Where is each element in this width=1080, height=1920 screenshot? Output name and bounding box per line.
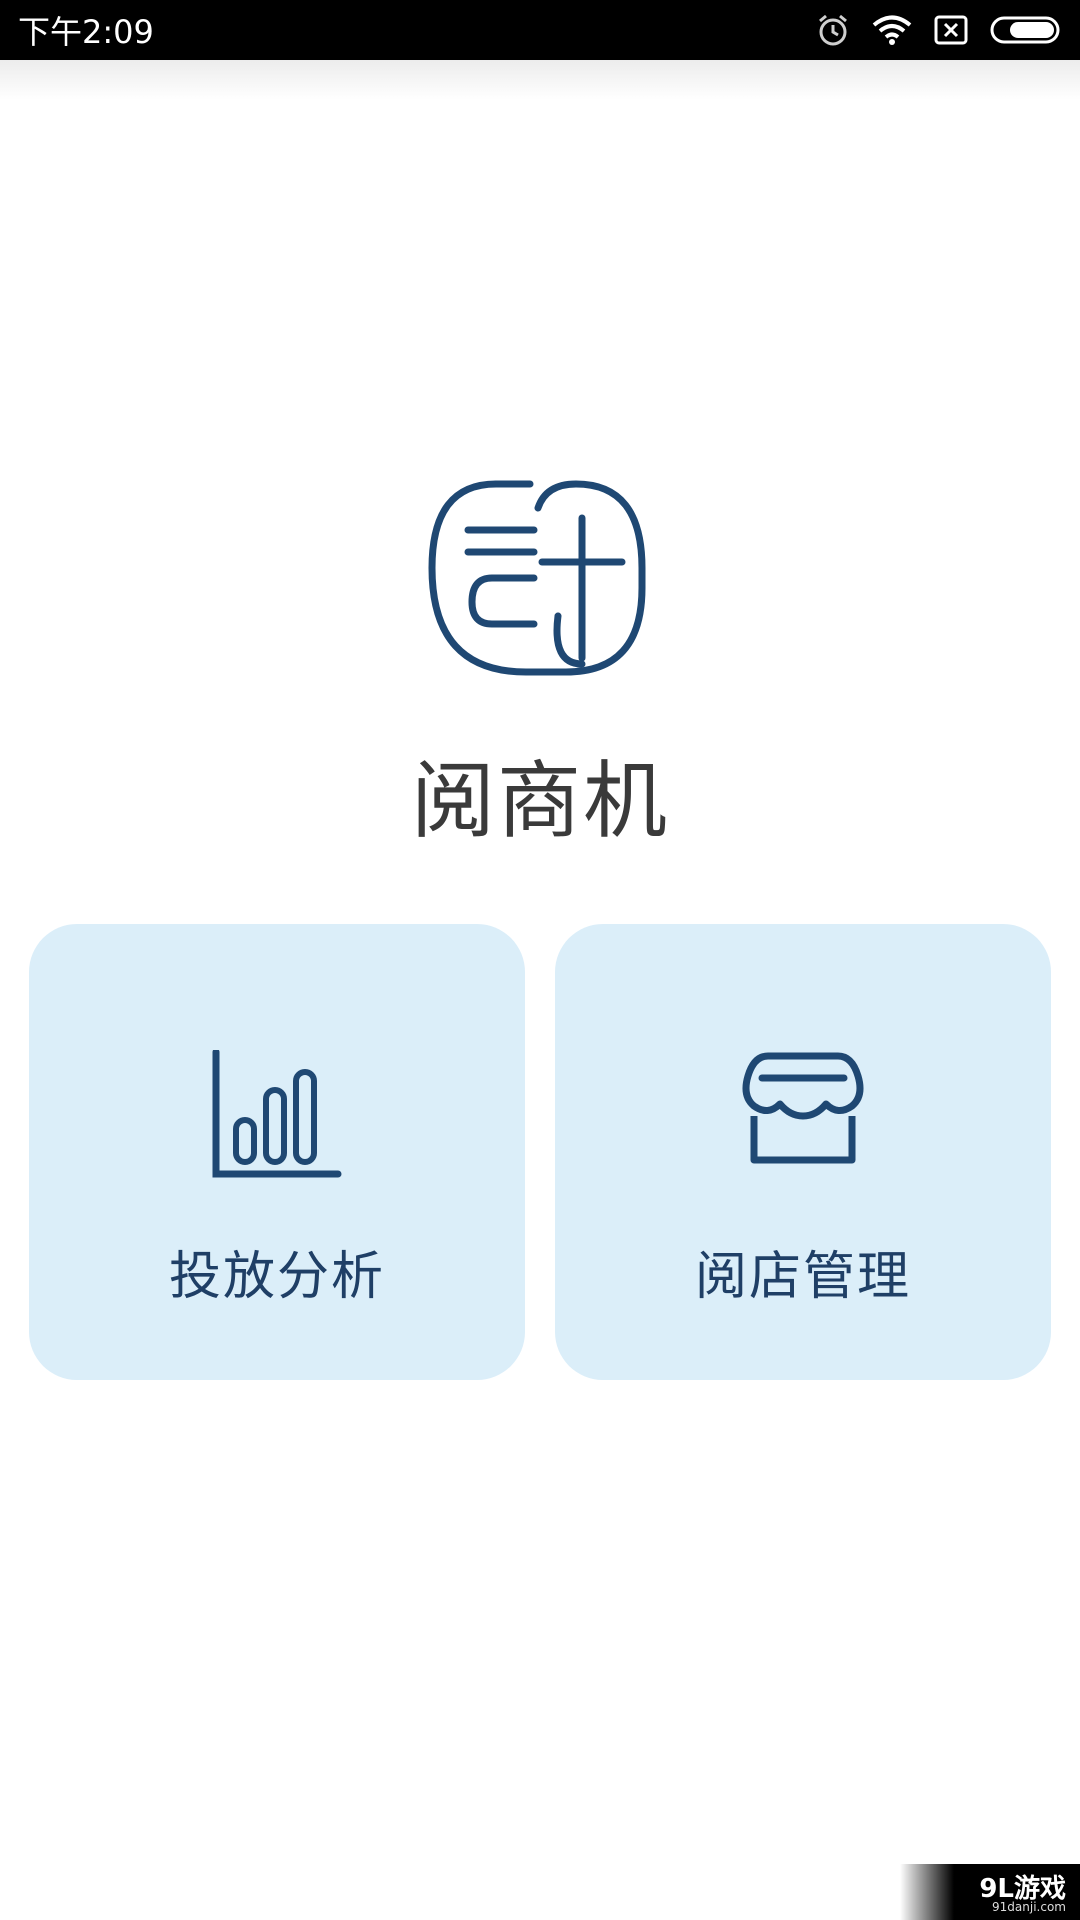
app-name: 阅商机 — [410, 752, 669, 850]
store-management-label: 阅店管理 — [694, 1247, 911, 1307]
bar-chart-icon — [212, 1048, 342, 1182]
app-logo — [426, 478, 648, 680]
ad-analysis-label: 投放分析 — [168, 1247, 385, 1307]
storefront-icon — [738, 1050, 868, 1174]
status-bar-shadow — [0, 60, 1080, 100]
status-icons — [816, 13, 1062, 47]
battery-icon — [990, 15, 1062, 45]
alarm-icon — [816, 13, 850, 47]
wifi-icon — [872, 14, 912, 46]
status-bar: 下午2:09 — [0, 0, 1080, 60]
ad-analysis-card[interactable]: 投放分析 — [29, 924, 525, 1380]
watermark-sub: 91danji.com — [992, 1900, 1066, 1914]
watermark: 9L游戏 91danji.com — [900, 1864, 1080, 1920]
status-time: 下午2:09 — [18, 13, 154, 51]
store-management-card[interactable]: 阅店管理 — [555, 924, 1051, 1380]
no-sim-icon — [934, 15, 968, 45]
